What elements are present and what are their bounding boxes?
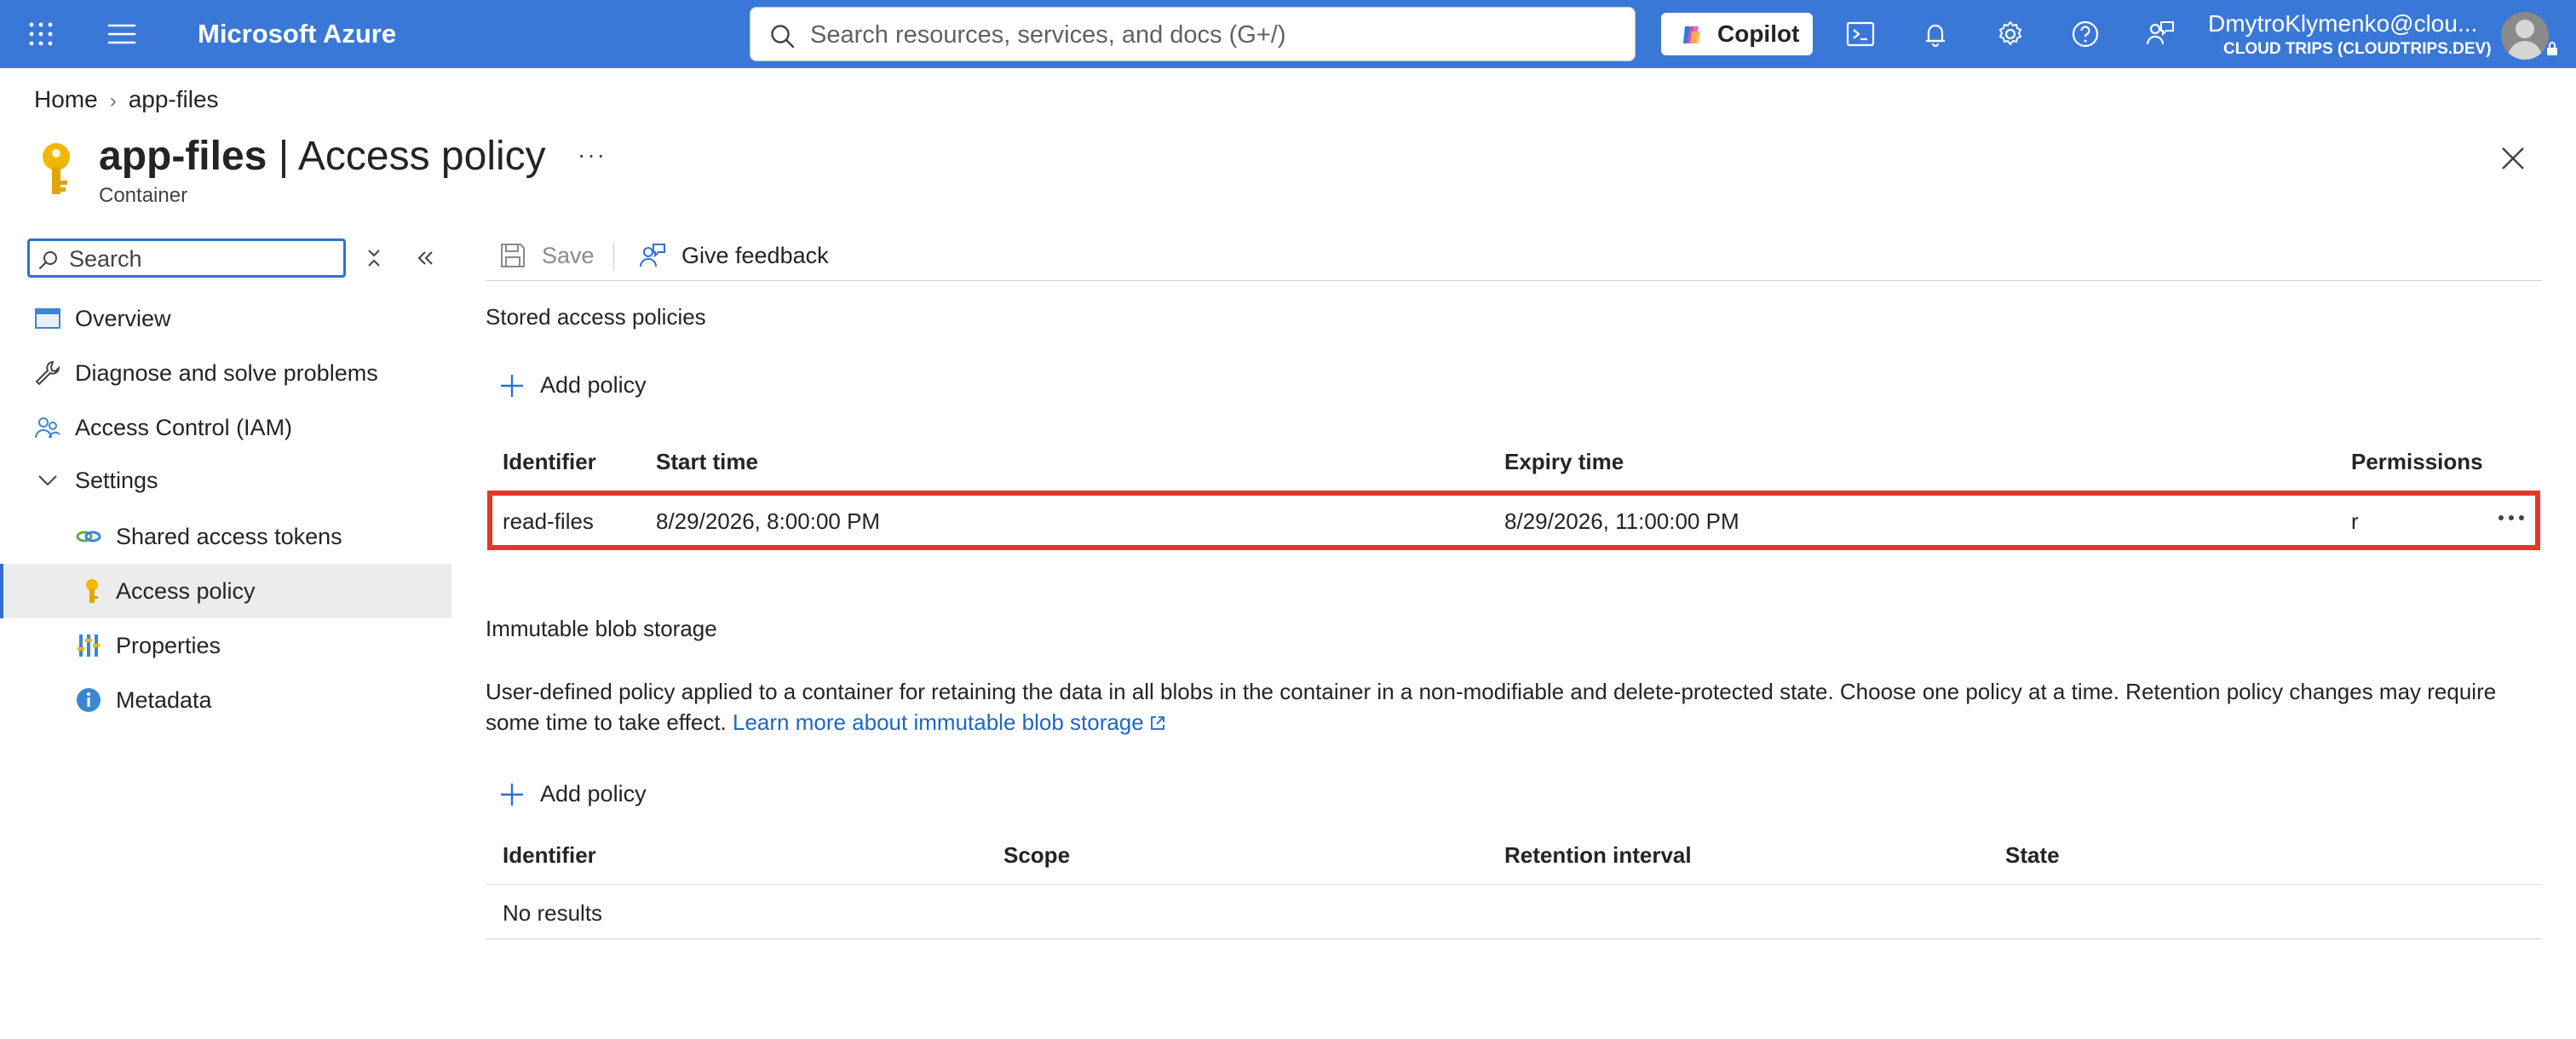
policy-identifier: read-files [503,508,594,534]
sidebar-item-label: Access Control (IAM) [75,415,293,440]
plus-icon [501,375,523,397]
wrench-icon [35,360,60,386]
save-button[interactable]: Save [499,238,601,273]
external-link-icon [1150,716,1164,730]
learn-more-link[interactable]: Learn more about immutable blob storage [733,709,1166,735]
sidebar-item-label: Properties [116,633,221,658]
sidebar-item-diagnose[interactable]: Diagnose and solve problems [0,346,451,400]
avatar[interactable] [2501,12,2549,60]
immutable-storage-heading: Immutable blob storage [486,616,717,641]
collapse-menu-icon[interactable] [412,245,438,271]
title-separator: | [278,134,290,179]
sidebar-group-settings[interactable]: Settings [0,453,451,508]
add-immutable-policy-button[interactable]: Add policy [499,777,670,811]
nav-search-placeholder: Search [69,246,142,272]
breadcrumb-home[interactable]: Home [34,86,98,112]
more-actions-button[interactable]: ··· [578,141,607,169]
nav-search-input[interactable]: Search [27,238,346,278]
learn-more-label: Learn more about immutable blob storage [733,709,1144,735]
row-more-icon[interactable] [2494,508,2528,528]
immutable-description: User-defined policy applied to a contain… [486,676,2539,738]
table-header-divider [486,884,2542,885]
sidebar-item-access-control[interactable]: Access Control (IAM) [0,400,451,455]
add-stored-policy-button[interactable]: Add policy [499,368,670,402]
settings-gear-icon[interactable] [1995,19,2026,49]
sidebar-item-label: Diagnose and solve problems [75,360,378,386]
page-name: Access policy [297,134,546,179]
policy-expiry-time: 8/29/2026, 11:00:00 PM [1504,508,1739,534]
close-icon[interactable] [2498,143,2528,174]
feedback-icon[interactable] [2145,19,2176,49]
copilot-label: Copilot [1717,20,1800,47]
info-icon [77,688,101,712]
avatar-body-shape [2508,41,2542,60]
breadcrumb: Home › app-files [34,83,219,118]
notifications-icon[interactable] [1920,19,1951,49]
help-icon[interactable] [2070,19,2101,49]
overview-icon [35,308,60,329]
toolbar-divider [613,242,614,271]
save-icon [501,244,525,267]
sidebar-item-overview[interactable]: Overview [0,291,451,346]
sidebar-item-properties[interactable]: Properties [0,618,451,673]
page-title: app-files | Access policy [99,129,546,184]
global-search-placeholder: Search resources, services, and docs (G+… [810,21,1286,49]
column-header-permissions[interactable]: Permissions [2351,446,2483,477]
sidebar-item-label: Overview [75,306,171,331]
column-header-identifier[interactable]: Identifier [503,446,596,477]
column-header-expiry-time[interactable]: Expiry time [1504,446,1624,477]
sidebar-item-metadata[interactable]: Metadata [0,673,451,727]
global-search-input[interactable]: Search resources, services, and docs (G+… [750,7,1636,61]
feedback-icon [640,244,665,267]
key-icon [43,143,70,194]
app-launcher-icon[interactable] [27,20,55,48]
sidebar-item-label: Access policy [116,578,256,604]
search-icon [771,25,795,49]
add-policy-label: Add policy [540,372,647,398]
breadcrumb-current[interactable]: app-files [129,86,219,112]
save-label: Save [542,243,595,268]
brand-title[interactable]: Microsoft Azure [198,15,396,53]
resource-name: app-files [99,134,267,179]
empty-results-text: No results [503,900,603,926]
column-header-identifier[interactable]: Identifier [503,840,596,870]
account-name[interactable]: DmytroKlymenko@clou... [2208,9,2481,39]
command-bar: Save Give feedback [486,230,2542,281]
account-tenant[interactable]: CLOUD TRIPS (CLOUDTRIPS.DEV) [2223,39,2492,60]
key-icon [86,579,98,603]
column-header-start-time[interactable]: Start time [656,446,758,477]
avatar-head-shape [2516,20,2534,38]
menu-icon[interactable] [107,22,136,46]
column-header-scope[interactable]: Scope [1003,840,1070,870]
add-policy-label: Add policy [540,781,647,807]
copilot-button[interactable]: Copilot [1661,13,1813,55]
sidebar-item-label: Metadata [116,687,212,713]
lock-icon [2547,42,2557,55]
collapse-all-icon[interactable] [361,245,387,271]
policy-start-time: 8/29/2026, 8:00:00 PM [656,508,881,534]
policy-permissions: r [2351,508,2359,534]
resource-type: Container [99,184,188,207]
people-icon [35,417,60,439]
top-bar: Microsoft Azure Search resources, servic… [0,0,2576,68]
cloud-shell-icon[interactable] [1845,19,1876,49]
give-feedback-label: Give feedback [681,243,829,268]
sidebar-item-access-policy[interactable]: Access policy [0,564,451,618]
properties-icon [78,634,100,657]
link-icon [76,531,101,542]
breadcrumb-separator-icon: › [109,89,117,112]
sidebar-item-label: Shared access tokens [116,524,342,549]
copilot-icon [1683,26,1700,43]
plus-icon [501,784,523,806]
stored-policies-heading: Stored access policies [486,304,706,330]
sidebar-item-label: Settings [75,468,158,493]
column-header-retention-interval[interactable]: Retention interval [1504,840,1692,870]
chevron-down-icon [38,475,57,486]
column-header-state[interactable]: State [2005,840,2060,870]
sidebar-item-shared-access-tokens[interactable]: Shared access tokens [0,509,451,564]
give-feedback-button[interactable]: Give feedback [639,238,843,273]
search-icon [39,251,57,269]
